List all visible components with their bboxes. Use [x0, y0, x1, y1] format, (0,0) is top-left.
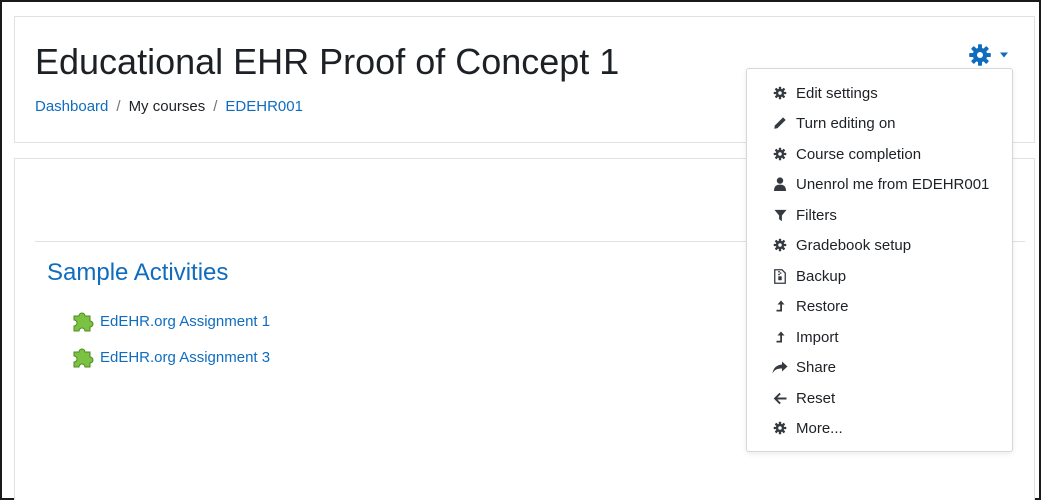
- course-actions-menu: Edit settings Turn editing on Course com…: [746, 68, 1013, 452]
- menu-item-label: Course completion: [796, 145, 922, 163]
- gear-icon: [772, 146, 788, 162]
- level-up-icon: [772, 329, 788, 345]
- menu-item-label: Reset: [796, 389, 836, 407]
- menu-item-share[interactable]: Share: [747, 353, 1012, 381]
- share-icon: [772, 359, 788, 375]
- menu-item-unenrol[interactable]: Unenrol me from EDEHR001: [747, 170, 1012, 198]
- activity-assignment-1[interactable]: EdEHR.org Assignment 1: [70, 309, 270, 333]
- menu-item-label: Import: [796, 328, 839, 346]
- activity-assignment-3[interactable]: EdEHR.org Assignment 3: [70, 345, 270, 369]
- course-actions-toggle[interactable]: [968, 42, 1009, 68]
- user-icon: [772, 176, 788, 192]
- gear-icon: [968, 43, 992, 67]
- activity-label[interactable]: EdEHR.org Assignment 3: [100, 349, 270, 366]
- menu-item-reset[interactable]: Reset: [747, 384, 1012, 412]
- breadcrumb-dashboard[interactable]: Dashboard: [35, 98, 108, 115]
- puzzle-piece-icon: [70, 309, 94, 333]
- menu-item-label: Unenrol me from EDEHR001: [796, 175, 990, 193]
- activity-label[interactable]: EdEHR.org Assignment 1: [100, 313, 270, 330]
- menu-item-label: Backup: [796, 267, 847, 285]
- menu-item-label: Filters: [796, 206, 837, 224]
- gear-icon: [772, 237, 788, 253]
- menu-item-label: Gradebook setup: [796, 236, 912, 254]
- level-up-icon: [772, 298, 788, 314]
- breadcrumb-separator: /: [213, 98, 218, 115]
- menu-item-course-completion[interactable]: Course completion: [747, 140, 1012, 168]
- menu-item-import[interactable]: Import: [747, 323, 1012, 351]
- file-archive-icon: [772, 268, 788, 284]
- pencil-icon: [772, 115, 788, 131]
- section-title[interactable]: Sample Activities: [47, 259, 228, 287]
- menu-item-label: More...: [796, 419, 843, 437]
- menu-item-turn-editing-on[interactable]: Turn editing on: [747, 109, 1012, 137]
- menu-item-label: Restore: [796, 297, 849, 315]
- menu-item-label: Turn editing on: [796, 114, 896, 132]
- filter-icon: [772, 207, 788, 223]
- gear-icon: [772, 85, 788, 101]
- caret-down-icon: [999, 52, 1009, 58]
- breadcrumb: Dashboard / My courses / EDEHR001: [35, 98, 303, 115]
- breadcrumb-my-courses: My courses: [128, 98, 206, 115]
- menu-item-label: Edit settings: [796, 84, 878, 102]
- menu-item-more[interactable]: More...: [747, 414, 1012, 442]
- breadcrumb-course[interactable]: EDEHR001: [225, 98, 303, 115]
- page-title: Educational EHR Proof of Concept 1: [35, 41, 620, 82]
- puzzle-piece-icon: [70, 345, 94, 369]
- menu-item-backup[interactable]: Backup: [747, 262, 1012, 290]
- breadcrumb-separator: /: [116, 98, 121, 115]
- arrow-left-icon: [772, 390, 788, 406]
- menu-item-edit-settings[interactable]: Edit settings: [747, 79, 1012, 107]
- menu-item-restore[interactable]: Restore: [747, 292, 1012, 320]
- menu-item-gradebook-setup[interactable]: Gradebook setup: [747, 231, 1012, 259]
- gear-icon: [772, 420, 788, 436]
- menu-item-filters[interactable]: Filters: [747, 201, 1012, 229]
- menu-item-label: Share: [796, 358, 837, 376]
